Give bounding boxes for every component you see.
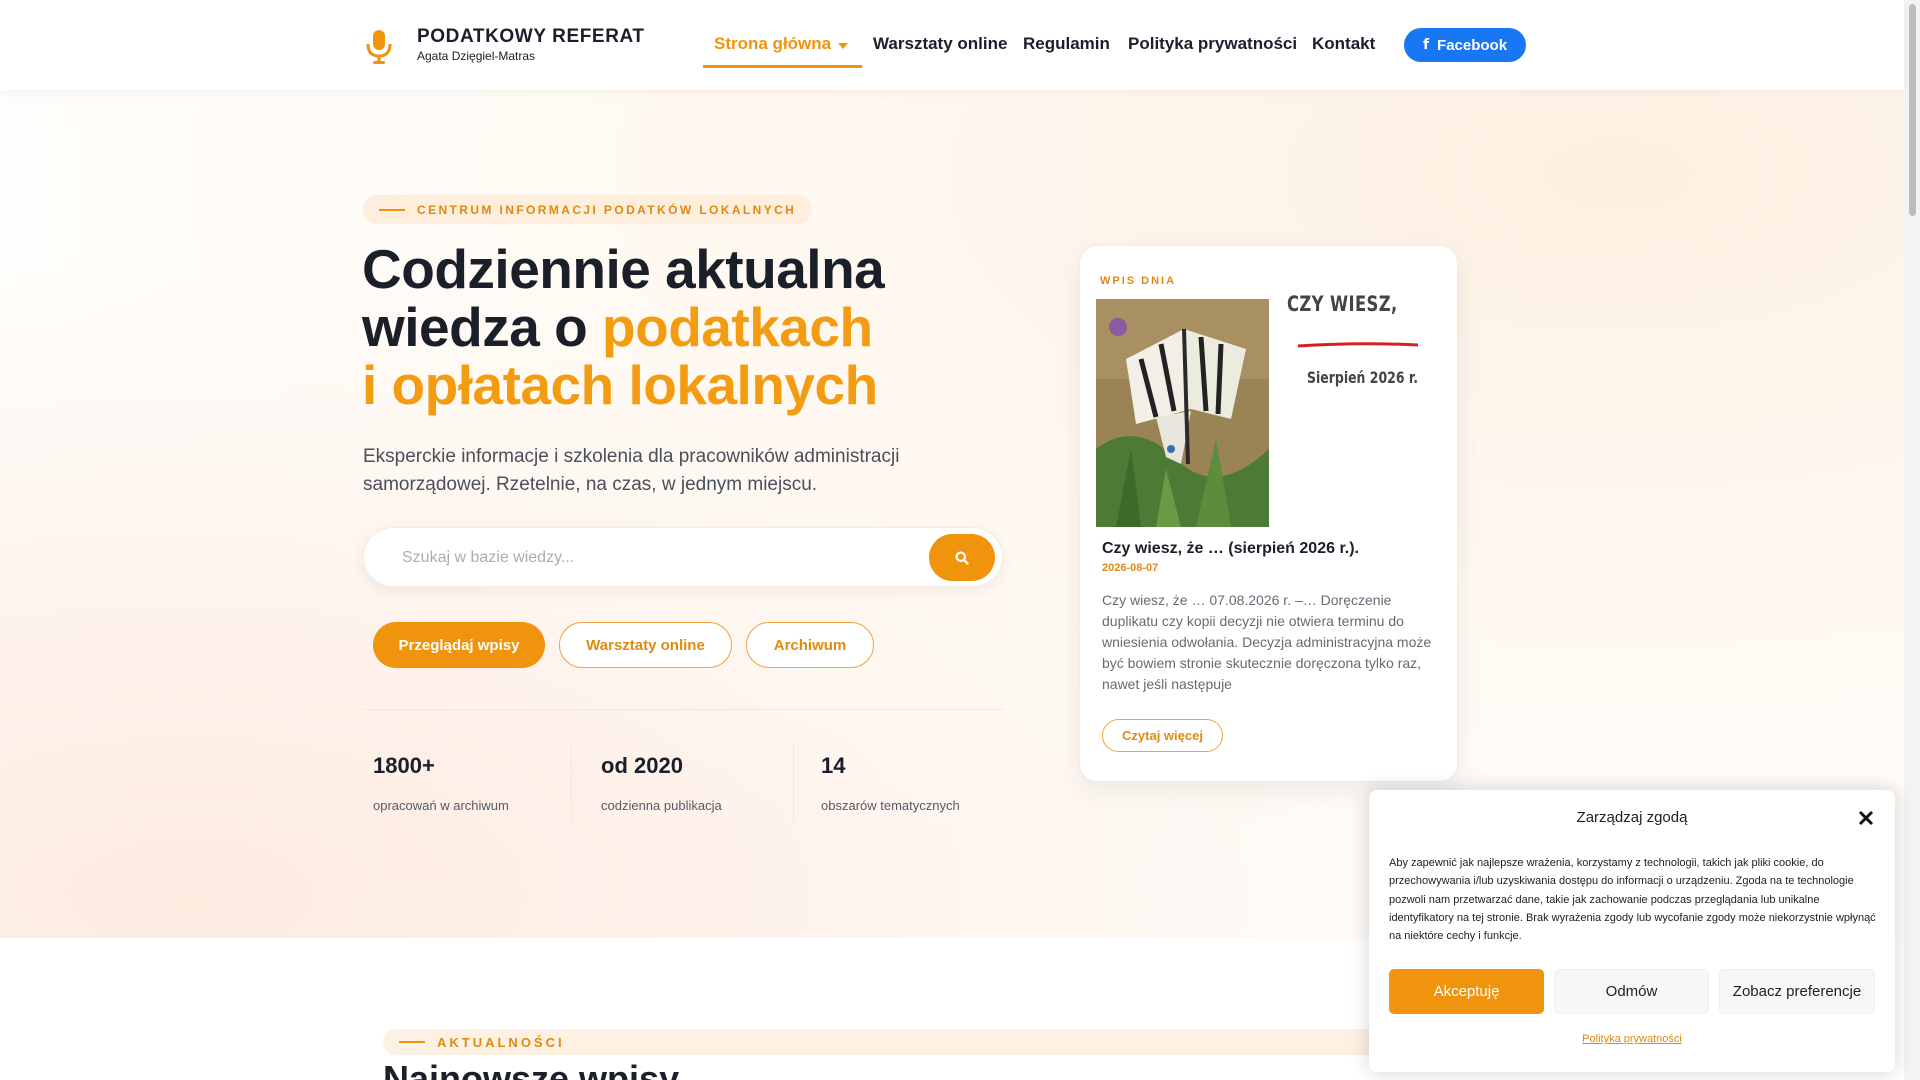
news-kicker-text: AKTUALNOŚCI <box>437 1034 565 1050</box>
search-button[interactable] <box>929 534 995 581</box>
featured-excerpt: Czy wiesz, że … 07.08.2026 r. –… Doręcze… <box>1102 592 1432 692</box>
consent-title: Zarządzaj zgodą <box>1576 809 1688 826</box>
brand-subtitle: Agata Dzięgiel-Matras <box>417 49 536 63</box>
stat-areas-value: 14 <box>821 753 846 778</box>
kicker-line <box>379 208 405 211</box>
headline-line-1: Codziennie aktualna <box>362 238 885 300</box>
featured-image-title: CZY WIESZ, ŻE... <box>1287 292 1404 316</box>
search-input[interactable] <box>402 545 902 571</box>
read-more-button[interactable]: Czytaj więcej <box>1102 719 1223 752</box>
caret-down-icon[interactable] <box>838 43 848 49</box>
featured-image-date: Sierpień 2026 r. <box>1307 368 1418 387</box>
search-bar <box>363 527 1003 587</box>
red-underline <box>1298 342 1418 348</box>
featured-kicker: WPIS DNIA <box>1100 275 1177 287</box>
hero-headline: Codziennie aktualna wiedza o podatkach i… <box>362 240 982 414</box>
nav-terms[interactable]: Regulamin <box>1023 34 1110 54</box>
featured-date: 2026-08-07 <box>1102 562 1159 574</box>
nav-active-underline <box>703 65 862 68</box>
headline-line-2: wiedza o <box>362 296 602 358</box>
nav-workshops[interactable]: Warsztaty online <box>873 34 1007 54</box>
nav-contact[interactable]: Kontakt <box>1312 34 1375 54</box>
news-title: Najnowsze wpisy <box>383 1058 680 1080</box>
browse-posts-button[interactable]: Przeglądaj wpisy <box>373 622 545 668</box>
deny-button[interactable]: Odmów <box>1554 969 1709 1014</box>
consent-text: Aby zapewnić jak najlepsze wrażenia, kor… <box>1389 857 1876 943</box>
hero-kicker: CENTRUM INFORMACJI PODATKÓW LOKALNYCH <box>363 195 813 224</box>
scrollbar-thumb[interactable] <box>1909 4 1916 216</box>
stat-archive-value: 1800+ <box>373 753 435 778</box>
headline-accent-1: podatkach <box>602 296 873 358</box>
stat-since-label: codzienna publikacja <box>601 798 722 813</box>
brand-name[interactable]: PODATKOWY REFERAT <box>417 26 645 48</box>
kicker-line <box>399 1041 425 1043</box>
archive-button[interactable]: Archiwum <box>746 622 874 668</box>
stat-archive-label: opracowań w archiwum <box>373 798 509 813</box>
nav-privacy[interactable]: Polityka prywatności <box>1128 34 1297 54</box>
headline-accent-2: i opłatach lokalnych <box>362 354 878 416</box>
cookie-consent-modal: Zarządzaj zgodą Aby zapewnić jak najleps… <box>1369 790 1895 1072</box>
featured-title[interactable]: Czy wiesz, że … (sierpień 2026 r.). <box>1102 540 1442 558</box>
facebook-icon: f <box>1422 37 1430 53</box>
hero-description: Eksperckie informacje i szkolenia dla pr… <box>363 446 900 495</box>
page-scrollbar[interactable] <box>1904 0 1920 1080</box>
stat-separator <box>793 744 794 822</box>
preferences-button[interactable]: Zobacz preferencje <box>1719 969 1875 1014</box>
featured-post-card: WPIS DNIA CZY WIESZ, ŻE... Sierpień 2026… <box>1079 245 1458 782</box>
news-kicker: AKTUALNOŚCI <box>383 1029 1403 1055</box>
accept-button[interactable]: Akceptuję <box>1389 969 1544 1014</box>
stat-separator <box>571 744 572 822</box>
close-icon[interactable] <box>1854 806 1878 830</box>
facebook-button[interactable]: f Facebook <box>1404 28 1526 62</box>
hero-kicker-text: CENTRUM INFORMACJI PODATKÓW LOKALNYCH <box>417 202 797 217</box>
butterfly-image[interactable] <box>1096 299 1269 527</box>
microphone-icon <box>366 30 392 64</box>
stat-areas-label: obszarów tematycznych <box>821 798 960 813</box>
stats-divider <box>363 709 1003 710</box>
facebook-label: Facebook <box>1437 36 1508 54</box>
stat-since-value: od 2020 <box>601 753 683 778</box>
privacy-policy-link[interactable]: Polityka prywatności <box>1369 1033 1895 1045</box>
site-header: PODATKOWY REFERAT Agata Dzięgiel-Matras … <box>0 0 1904 90</box>
workshops-button[interactable]: Warsztaty online <box>559 622 732 668</box>
search-icon <box>955 551 969 565</box>
nav-home[interactable]: Strona główna <box>714 34 831 54</box>
